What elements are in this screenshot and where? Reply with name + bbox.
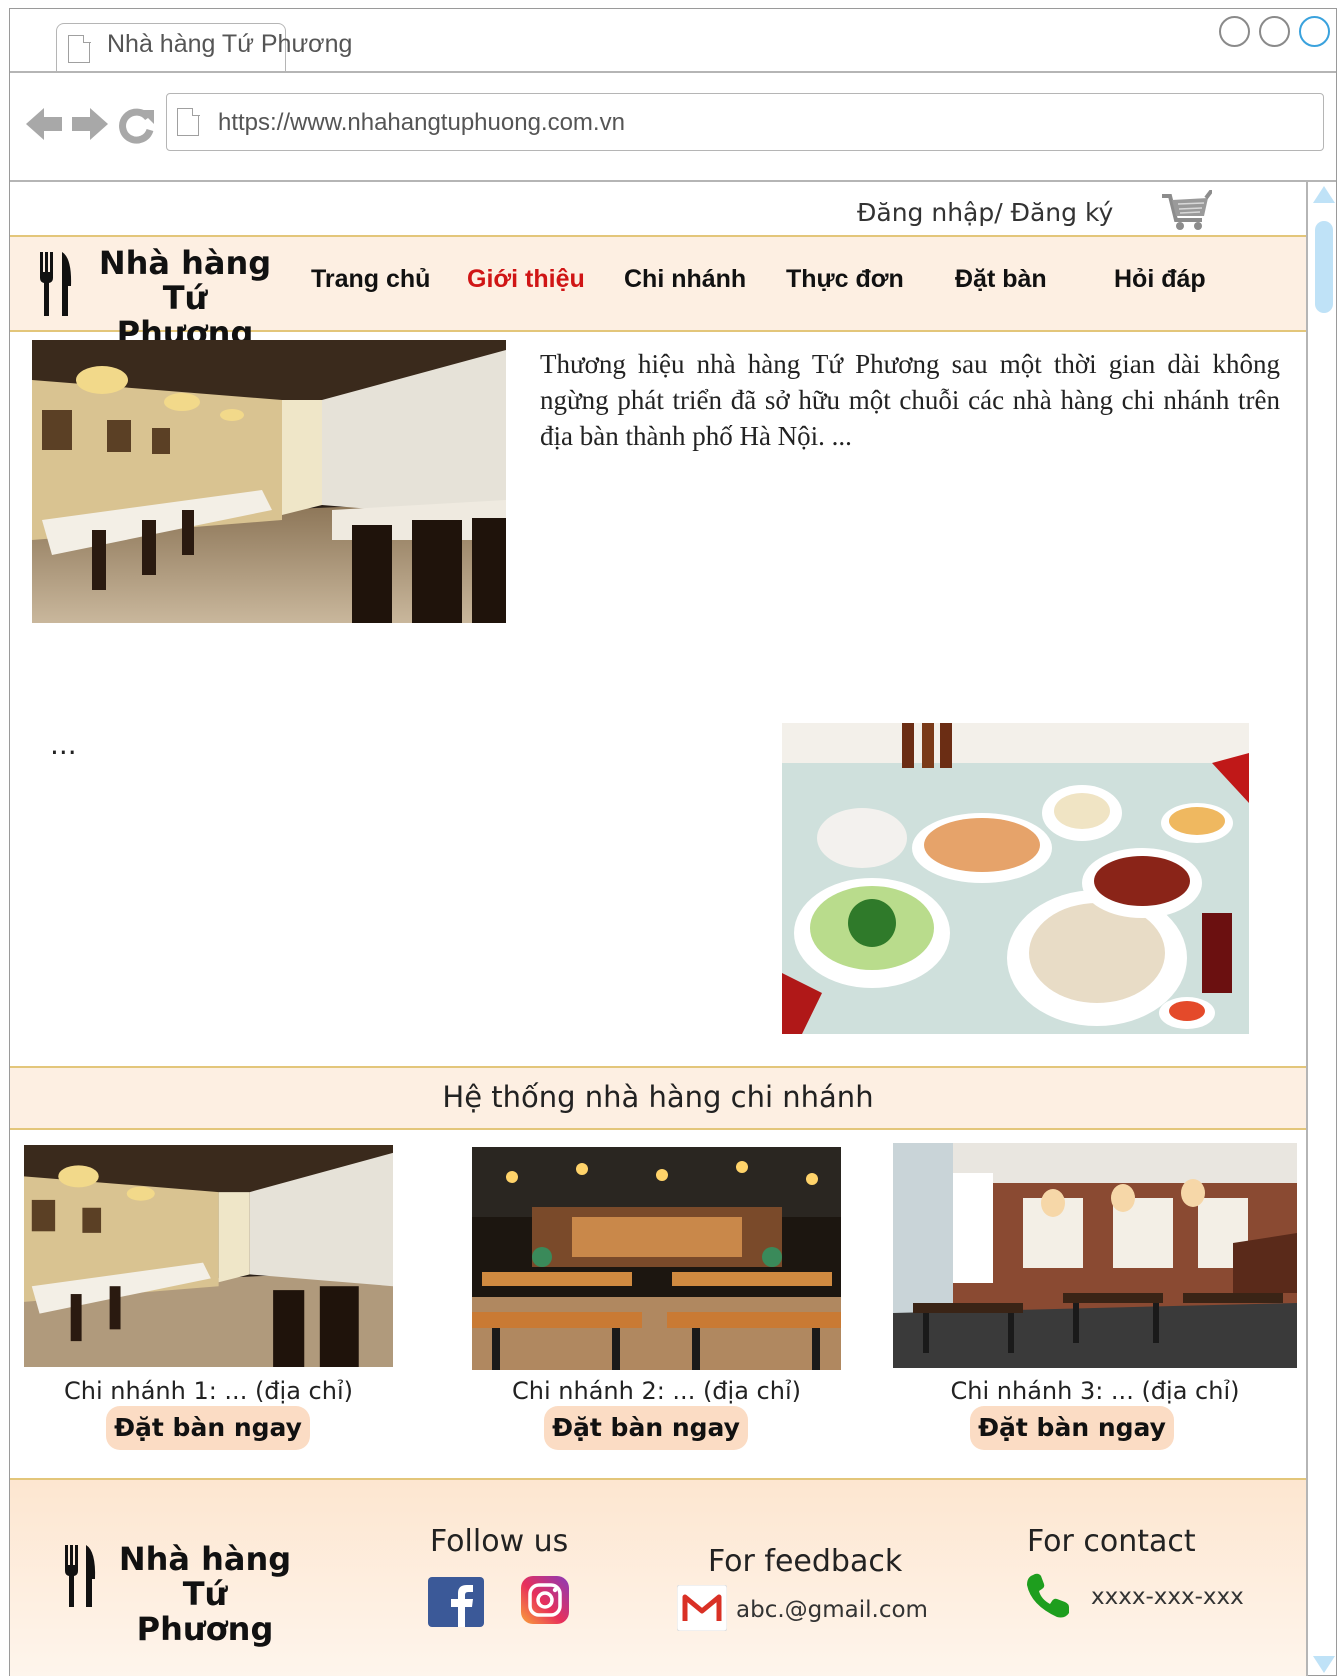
follow-us-title: Follow us	[430, 1524, 569, 1559]
scroll-up-icon[interactable]	[1313, 186, 1335, 203]
url-page-icon	[177, 107, 200, 136]
restaurant-interior-photo	[32, 340, 506, 623]
nav-item-dat-ban[interactable]: Đặt bàn	[955, 265, 1047, 294]
tab-divider	[10, 71, 1336, 73]
scrollbar-track	[1306, 182, 1308, 1676]
branch-2-photo[interactable]	[472, 1147, 841, 1370]
forward-arrow-icon[interactable]	[72, 108, 108, 140]
branch-3-photo[interactable]	[893, 1143, 1297, 1368]
intro-paragraph: Thương hiệu nhà hàng Tứ Phương sau một t…	[540, 349, 1280, 451]
branch-3-caption: Chi nhánh 3: ... (địa chỉ)	[950, 1377, 1240, 1405]
branches-section-title: Hệ thống nhà hàng chi nhánh	[442, 1080, 874, 1114]
reload-icon[interactable]	[119, 108, 154, 144]
minimize-button[interactable]	[1219, 16, 1250, 47]
branch-2-caption: Chi nhánh 2: ... (địa chỉ)	[512, 1377, 801, 1405]
close-button[interactable]	[1299, 16, 1330, 47]
feedback-email[interactable]: abc.@gmail.com	[736, 1597, 928, 1623]
browser-nav-icons	[26, 108, 154, 144]
instagram-icon[interactable]	[521, 1576, 569, 1624]
nav-item-thuc-don[interactable]: Thực đơn	[786, 265, 904, 294]
tab-title: Nhà hàng Tứ Phương	[107, 30, 353, 58]
branch-1-caption: Chi nhánh 1: ... (địa chỉ)	[64, 1377, 353, 1405]
footer-brand-name[interactable]: Nhà hàng Tứ Phương	[110, 1542, 300, 1647]
scrollbar-thumb[interactable]	[1315, 221, 1333, 313]
gmail-icon[interactable]	[677, 1585, 727, 1631]
contact-title: For contact	[1027, 1524, 1196, 1559]
shopping-cart-icon[interactable]	[1160, 190, 1212, 232]
chrome-divider	[10, 180, 1336, 182]
branch-1-photo[interactable]	[24, 1145, 393, 1367]
page-icon	[68, 34, 91, 63]
scroll-down-icon[interactable]	[1313, 1656, 1335, 1673]
login-register-link[interactable]: Đăng nhập/ Đăng ký	[857, 198, 1113, 227]
facebook-icon[interactable]	[428, 1577, 484, 1627]
nav-item-chi-nhanh[interactable]: Chi nhánh	[624, 265, 746, 294]
brand-line-1: Nhà hàng	[98, 244, 272, 282]
branch-2-book-button[interactable]: Đặt bàn ngay	[544, 1406, 748, 1450]
url-text[interactable]: https://www.nhahangtuphuong.com.vn	[218, 109, 625, 137]
footer-brand-line-2: Tứ Phương	[136, 1575, 274, 1648]
footer-brand-line-1: Nhà hàng	[118, 1540, 292, 1578]
nav-item-gioi-thieu[interactable]: Giới thiệu	[467, 265, 585, 294]
maximize-button[interactable]	[1259, 16, 1290, 47]
food-table-photo	[782, 723, 1249, 1034]
branch-1-book-button[interactable]: Đặt bàn ngay	[106, 1406, 310, 1450]
back-arrow-icon[interactable]	[26, 108, 62, 140]
feedback-title: For feedback	[708, 1544, 903, 1579]
fork-knife-icon	[40, 252, 72, 316]
contact-phone[interactable]: xxxx-xxx-xxx	[1091, 1584, 1244, 1610]
branch-3-book-button[interactable]: Đặt bàn ngay	[970, 1406, 1174, 1450]
brand-name[interactable]: Nhà hàng Tứ Phương	[90, 246, 280, 351]
nav-item-hoi-dap[interactable]: Hỏi đáp	[1114, 265, 1206, 294]
phone-icon[interactable]	[1023, 1571, 1073, 1621]
footer-fork-knife-icon	[65, 1545, 96, 1607]
intro-more: ...	[50, 728, 77, 761]
nav-item-trang-chu[interactable]: Trang chủ	[311, 265, 430, 294]
